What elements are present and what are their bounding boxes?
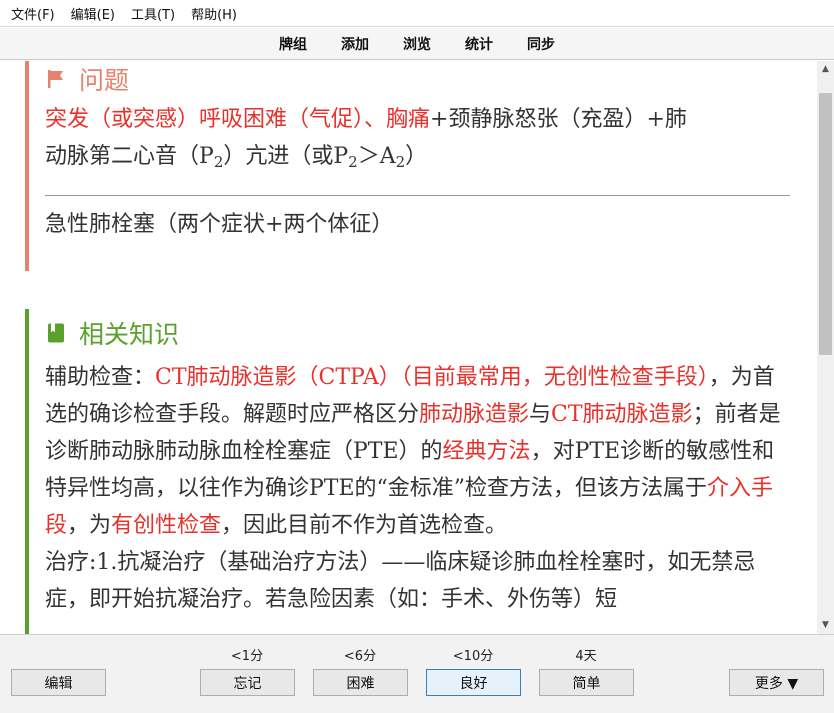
hard-button[interactable]: 困难 xyxy=(313,669,408,696)
toolbar-decks[interactable]: 牌组 xyxy=(279,34,307,54)
menu-file[interactable]: 文件(F) xyxy=(6,4,60,23)
answer-divider xyxy=(45,195,790,196)
more-button[interactable]: 更多 ▼ xyxy=(729,669,824,696)
highlight-classic: 经典方法 xyxy=(442,439,531,464)
good-button-label: 良好 xyxy=(459,675,488,692)
knowledge-paragraph-exam: 辅助检查：CT肺动脉造影（CTPA）（目前最常用，无创性检查手段），为首选的确诊… xyxy=(45,359,790,544)
question-symptoms: 突发（或突感）呼吸困难（气促）、胸痛 xyxy=(45,107,431,132)
more-button-label: 更多 ▼ xyxy=(754,675,799,692)
good-button[interactable]: 良好 xyxy=(426,669,521,696)
highlight-ctpa2: CT肺动脉造影 xyxy=(551,402,693,427)
knowledge-header: 相关知识 xyxy=(45,311,790,355)
scroll-up-icon[interactable]: ▲ xyxy=(817,61,834,78)
knowledge-card: 相关知识 辅助检查：CT肺动脉造影（CTPA）（目前最常用，无创性检查手段） ，为… xyxy=(25,309,790,634)
menu-tools[interactable]: 工具(T) xyxy=(126,4,180,23)
answer-text: 急性肺栓塞（两个症状+两个体征） xyxy=(45,212,394,237)
edit-button-label: 编辑 xyxy=(44,675,73,692)
subscript: 2 xyxy=(348,153,358,171)
review-bottom-bar: 编辑 <1分 <6分 <10分 4天 忘记 困难 良好 简单 更多 ▼ xyxy=(0,634,834,713)
menu-edit[interactable]: 编辑(E) xyxy=(66,4,120,23)
interval-again: <1分 xyxy=(230,649,264,664)
question-text-part: ） xyxy=(405,144,428,169)
highlight-pa: 肺动脉造影 xyxy=(419,402,530,427)
question-signs: +颈静脉怒张（充盈）+肺 xyxy=(430,107,687,132)
text-part: ，为 xyxy=(67,513,112,538)
highlight-invasive: 有创性检查 xyxy=(111,513,222,538)
flag-icon xyxy=(48,70,63,88)
toolbar-stats[interactable]: 统计 xyxy=(465,34,493,54)
toolbar-add[interactable]: 添加 xyxy=(341,34,369,54)
interval-easy: 4天 xyxy=(575,649,597,664)
main-toolbar: 牌组 添加 浏览 统计 同步 xyxy=(0,28,834,60)
question-text-part: 动脉第二心音（P xyxy=(45,144,214,169)
menu-bar: 文件(F) 编辑(E) 工具(T) 帮助(H) xyxy=(0,0,834,27)
question-card: 问题 突发（或突感）呼吸困难（气促）、胸痛+颈静脉怒张（充盈）+肺 动脉第二心音… xyxy=(25,61,790,271)
text-part: 与 xyxy=(529,402,552,427)
question-text: 突发（或突感）呼吸困难（气促）、胸痛+颈静脉怒张（充盈）+肺 动脉第二心音（P2… xyxy=(45,101,790,181)
subscript: 2 xyxy=(395,153,406,171)
again-button[interactable]: 忘记 xyxy=(200,669,295,696)
toolbar-browse[interactable]: 浏览 xyxy=(403,34,431,54)
interval-hard: <6分 xyxy=(343,649,377,664)
text-part: 辅助检查： xyxy=(45,365,156,390)
question-text-part: ）亢进（或P xyxy=(223,144,349,169)
again-button-label: 忘记 xyxy=(233,675,262,692)
easy-button-label: 简单 xyxy=(572,675,601,692)
interval-good: <10分 xyxy=(452,649,494,664)
card-content-area: 问题 突发（或突感）呼吸困难（气促）、胸痛+颈静脉怒张（充盈）+肺 动脉第二心音… xyxy=(0,61,817,634)
menu-help[interactable]: 帮助(H) xyxy=(186,4,242,23)
question-text-part: ＞A xyxy=(357,144,396,169)
subscript: 2 xyxy=(213,153,224,171)
question-title: 问题 xyxy=(79,66,130,95)
knowledge-title: 相关知识 xyxy=(79,320,180,349)
hard-button-label: 困难 xyxy=(346,675,375,692)
scroll-down-icon[interactable]: ▼ xyxy=(817,617,834,634)
highlight-ctpa: CT肺动脉造影（CTPA）（目前最常用，无创性检查手段） xyxy=(155,365,709,390)
easy-button[interactable]: 简单 xyxy=(539,669,634,696)
knowledge-paragraph-treatment: 治疗:1.抗凝治疗（基础治疗方法）——临床疑诊肺血栓栓塞时，如无禁忌症，即开始抗… xyxy=(45,550,756,612)
vertical-scrollbar[interactable]: ▲ ▼ xyxy=(817,61,834,634)
toolbar-sync[interactable]: 同步 xyxy=(527,34,555,54)
text-part: ，因此目前不作为首选检查。 xyxy=(221,513,508,538)
edit-button[interactable]: 编辑 xyxy=(11,669,106,696)
book-icon xyxy=(48,323,64,343)
scrollbar-thumb[interactable] xyxy=(819,93,832,355)
question-header: 问题 xyxy=(45,61,790,101)
